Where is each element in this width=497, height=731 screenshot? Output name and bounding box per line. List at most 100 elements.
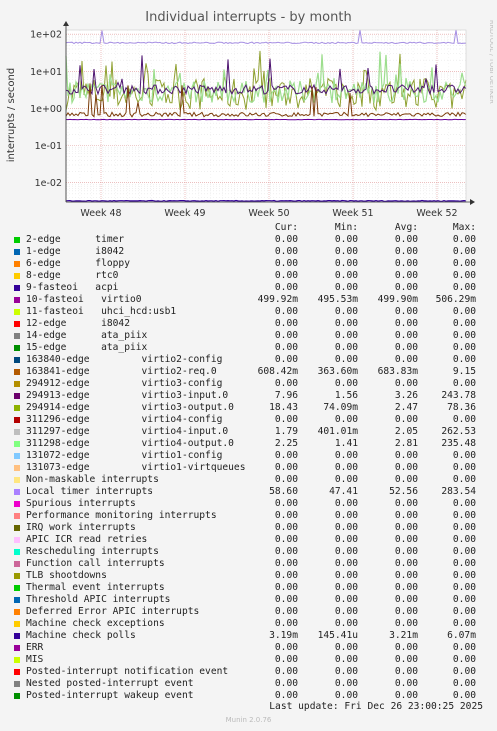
y-tick-label: 1e+02: [30, 30, 62, 41]
legend-avg: 0.00: [394, 354, 418, 365]
legend-avg: 0.00: [394, 594, 418, 605]
legend-cur: 0.00: [274, 558, 298, 569]
legend-label: 311298-edge virtio4-output.0: [26, 438, 234, 449]
legend-cur: 0.00: [274, 414, 298, 425]
legend-avg: 0.00: [394, 510, 418, 521]
legend-avg: 0.00: [394, 642, 418, 653]
legend-cur: 0.00: [274, 582, 298, 593]
legend-max: 78.36: [447, 402, 476, 413]
legend-cur: 7.96: [274, 390, 298, 401]
legend-max: 0.00: [452, 606, 476, 617]
legend-min: 47.41: [329, 486, 358, 497]
legend-cur: 0.00: [274, 354, 298, 365]
legend-label: 163841-edge virtio2-req.0: [26, 366, 217, 377]
legend-max: 9.15: [452, 366, 476, 377]
legend-swatch: [14, 621, 20, 627]
legend-label: Non-maskable interrupts: [26, 474, 159, 485]
legend-cur: 499.92m: [257, 294, 298, 305]
legend-label: Machine check polls: [26, 630, 136, 641]
legend-min: 0.00: [334, 258, 358, 269]
legend-swatch: [14, 477, 20, 483]
legend-avg: 0.00: [394, 318, 418, 329]
legend-min: 0.00: [334, 246, 358, 257]
legend-max: 0.00: [452, 282, 476, 293]
y-tick-label: 1e+00: [30, 104, 62, 115]
legend-cur: 0.00: [274, 234, 298, 245]
legend-label: Posted-interrupt notification event: [26, 666, 229, 677]
legend-header: Max:: [452, 222, 476, 233]
legend-min: 0.00: [334, 606, 358, 617]
legend-swatch: [14, 561, 20, 567]
legend-swatch: [14, 489, 20, 495]
legend-cur: 0.00: [274, 522, 298, 533]
legend-cur: 0.00: [274, 618, 298, 629]
legend-cur: 0.00: [274, 378, 298, 389]
legend-swatch: [14, 453, 20, 459]
legend-max: 0.00: [452, 498, 476, 509]
legend-max: 0.00: [452, 378, 476, 389]
legend-avg: 3.21m: [389, 630, 418, 641]
y-tick-label: 1e-02: [35, 178, 62, 189]
x-tick-label: Week 49: [164, 208, 205, 219]
y-axis-arrow: [63, 21, 69, 26]
legend-min: 0.00: [334, 642, 358, 653]
legend-min: 145.41u: [317, 630, 358, 641]
legend-cur: 0.00: [274, 510, 298, 521]
legend-label: Threshold APIC interrupts: [26, 594, 171, 605]
legend-avg: 0.00: [394, 678, 418, 689]
legend-max: 0.00: [452, 534, 476, 545]
legend-swatch: [14, 465, 20, 471]
legend-cur: 0.00: [274, 534, 298, 545]
legend-min: 0.00: [334, 498, 358, 509]
legend-avg: 0.00: [394, 522, 418, 533]
legend-cur: 18.43: [269, 402, 298, 413]
legend-avg: 0.00: [394, 606, 418, 617]
legend-min: 0.00: [334, 270, 358, 281]
legend-cur: 0.00: [274, 594, 298, 605]
legend-swatch: [14, 501, 20, 507]
y-tick-label: 1e+01: [30, 67, 62, 78]
legend-swatch: [14, 441, 20, 447]
x-axis-arrow: [470, 199, 475, 205]
legend-cur: 0.00: [274, 606, 298, 617]
legend-cur: 58.60: [269, 486, 298, 497]
legend-avg: 3.26: [394, 390, 418, 401]
legend-min: 0.00: [334, 306, 358, 317]
legend-cur: 608.42m: [257, 366, 298, 377]
legend-swatch: [14, 513, 20, 519]
legend-avg: 683.83m: [377, 366, 418, 377]
legend-label: IRQ work interrupts: [26, 522, 136, 533]
legend-swatch: [14, 357, 20, 363]
legend-swatch: [14, 405, 20, 411]
legend-avg: 0.00: [394, 258, 418, 269]
legend-swatch: [14, 309, 20, 315]
legend-avg: 0.00: [394, 234, 418, 245]
legend-label: 131072-edge virtio1-config: [26, 450, 223, 461]
legend-cur: 0.00: [274, 666, 298, 677]
legend-max: 0.00: [452, 558, 476, 569]
legend-label: Performance monitoring interrupts: [26, 510, 217, 521]
legend-label: 311297-edge virtio4-input.0: [26, 426, 229, 437]
legend-swatch: [14, 657, 20, 663]
legend-swatch: [14, 693, 20, 699]
y-tick-label: 1e-01: [35, 141, 62, 152]
legend-min: 0.00: [334, 330, 358, 341]
legend-swatch: [14, 573, 20, 579]
legend-avg: 0.00: [394, 582, 418, 593]
legend-label: MIS: [26, 654, 44, 665]
legend-label: 11-fasteoi uhci_hcd:usb1: [26, 306, 177, 317]
legend-max: 506.29m: [435, 294, 476, 305]
last-update: Last update: Fri Dec 26 23:00:25 2025: [269, 701, 483, 712]
legend-avg: 0.00: [394, 246, 418, 257]
legend-cur: 3.19m: [269, 630, 298, 641]
legend-label: Local timer interrupts: [26, 486, 154, 497]
y-axis-label: interrupts / second: [6, 68, 17, 162]
legend-min: 0.00: [334, 462, 358, 473]
legend-cur: 0.00: [274, 642, 298, 653]
legend-label: Deferred Error APIC interrupts: [26, 606, 200, 617]
legend-max: 0.00: [452, 330, 476, 341]
legend-avg: 2.47: [394, 402, 418, 413]
legend-swatch: [14, 417, 20, 423]
legend-swatch: [14, 345, 20, 351]
legend-max: 0.00: [452, 642, 476, 653]
